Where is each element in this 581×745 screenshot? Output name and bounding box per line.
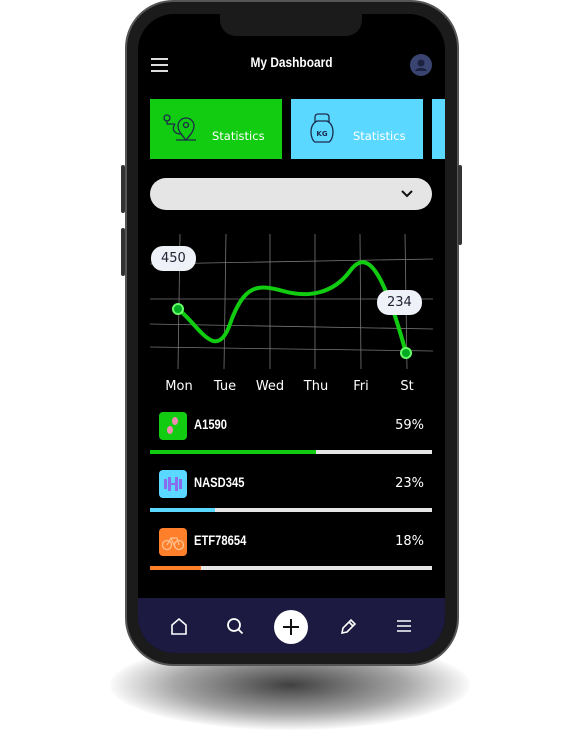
progress-fill [150, 450, 317, 454]
page-title: My Dashboard [250, 54, 333, 70]
power-button [458, 165, 462, 245]
progress-fill [150, 508, 215, 512]
bicycle-icon [159, 528, 187, 556]
day-label: Thu [303, 379, 329, 394]
plus-icon [283, 619, 299, 635]
stat-card-route[interactable]: Statistics [150, 99, 282, 159]
stat-card-weight[interactable]: KG Statistics [291, 99, 423, 159]
callout-st: 234 [377, 290, 422, 315]
bottom-nav [138, 598, 445, 653]
day-label: Tue [213, 379, 237, 394]
asset-name: ETF78654 [194, 532, 247, 548]
edit-icon[interactable] [338, 616, 358, 636]
asset-name: NASD345 [194, 474, 245, 490]
asset-name: A1590 [194, 416, 228, 432]
callout-mon: 450 [151, 246, 196, 271]
day-label: St [400, 379, 414, 394]
dropdown-select[interactable] [150, 178, 432, 210]
footprints-icon [159, 412, 187, 440]
dumbbell-icon [159, 470, 187, 498]
map-route-icon [163, 114, 196, 141]
kettlebell-icon: KG [310, 113, 334, 143]
progress-bar [150, 566, 432, 570]
day-label: Fri [353, 379, 369, 394]
add-button[interactable] [274, 610, 308, 644]
asset-percent: 23% [395, 476, 424, 491]
progress-fill [150, 566, 201, 570]
day-label: Wed [255, 379, 285, 394]
svg-text:KG: KG [316, 130, 327, 138]
volume-button [121, 165, 125, 213]
volume-button [121, 228, 125, 276]
progress-bar [150, 508, 432, 512]
menu-icon[interactable] [394, 616, 414, 636]
data-point-mon [172, 303, 184, 315]
asset-percent: 18% [395, 534, 424, 549]
screen: My Dashboard Statistics KG Statistics 45… [138, 14, 445, 653]
asset-percent: 59% [395, 418, 424, 433]
card-label: Statistics [212, 129, 265, 143]
chart-line [176, 260, 408, 354]
data-point-st [400, 347, 412, 359]
progress-bar [150, 450, 432, 454]
stat-card-partial[interactable] [432, 99, 445, 159]
day-label: Mon [165, 379, 193, 394]
user-icon[interactable] [410, 54, 432, 76]
home-icon[interactable] [169, 616, 189, 636]
search-icon[interactable] [225, 616, 245, 636]
chevron-down-icon [401, 190, 413, 198]
card-label: Statistics [353, 129, 406, 143]
notch [220, 14, 362, 36]
